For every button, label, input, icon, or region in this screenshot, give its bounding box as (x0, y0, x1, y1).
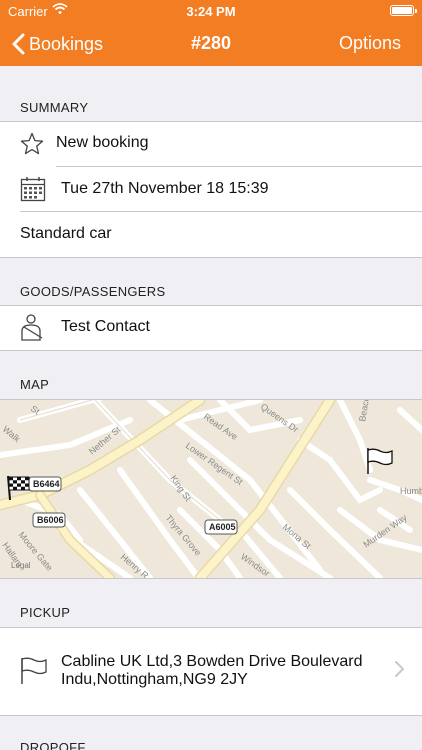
person-icon (20, 314, 46, 347)
status-bar: Carrier 3:24 PM (0, 0, 422, 22)
pickup-address: Cabline UK Ltd,3 Bowden Drive Boulevard … (61, 653, 363, 688)
road-badge-label: A6005 (209, 522, 236, 532)
divider (0, 715, 422, 716)
summary-section-label: SUMMARY (20, 100, 89, 115)
route-map[interactable]: Walk St Read Ave Queens Dr Beacon Rd Low… (0, 400, 422, 578)
calendar-icon (20, 176, 46, 207)
flag-icon (20, 657, 48, 690)
legal-link[interactable]: Legal (11, 561, 31, 570)
road-badge-label: B6464 (33, 479, 60, 489)
street-label: Walk (1, 424, 23, 445)
battery-icon (390, 5, 417, 16)
back-button[interactable]: Bookings (12, 31, 103, 57)
header: Carrier 3:24 PM Bookings #280 Options (0, 0, 422, 66)
contact-name: Test Contact (61, 318, 150, 335)
clock: 3:24 PM (186, 4, 236, 19)
pickup-section-label: PICKUP (20, 605, 71, 620)
divider (0, 578, 422, 579)
nav-bar: Bookings #280 Options (0, 22, 422, 66)
street-label: King St (168, 473, 193, 503)
chevron-right-icon (395, 661, 404, 682)
back-label: Bookings (29, 33, 104, 54)
booking-detail-screen: Carrier 3:24 PM Bookings #280 Options SU… (0, 0, 422, 750)
contact-row: Test Contact (0, 305, 422, 350)
star-icon (20, 132, 44, 161)
vehicle-row: Standard car (0, 212, 422, 257)
divider (0, 257, 422, 258)
status-row: New booking (0, 121, 422, 166)
divider (0, 627, 422, 628)
date-row: Tue 27th November 18 15:39 (0, 167, 422, 212)
map-section-label: MAP (20, 377, 50, 392)
divider (0, 350, 422, 351)
street-label: Humb (400, 486, 422, 496)
street-label: Beacon Rd (357, 400, 375, 422)
dropoff-section-label: DROPOFF (20, 740, 86, 750)
options-button[interactable]: Options (339, 33, 401, 54)
goods-section-label: GOODS/PASSENGERS (20, 284, 166, 299)
road-badge-label: B6006 (37, 515, 64, 525)
booking-datetime: Tue 27th November 18 15:39 (61, 180, 269, 197)
booking-status: New booking (56, 134, 149, 151)
chevron-left-icon (12, 33, 25, 55)
vehicle-type: Standard car (20, 225, 112, 242)
